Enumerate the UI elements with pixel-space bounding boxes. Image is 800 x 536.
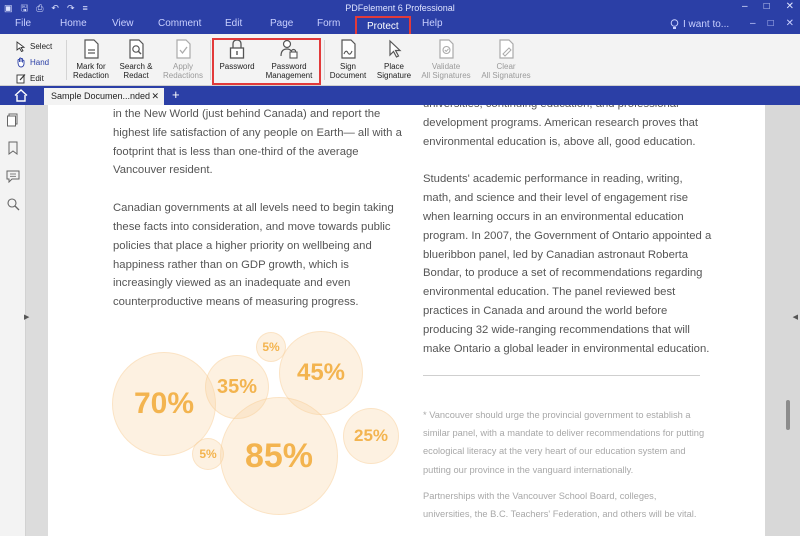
horizontal-rule (423, 375, 700, 376)
hand-icon (17, 57, 25, 67)
clear-signature-icon (499, 39, 514, 59)
ribbon-divider (66, 40, 67, 80)
close-tab-icon[interactable]: ✕ (151, 91, 159, 102)
expand-left-panel-icon[interactable]: ▶ (24, 313, 29, 321)
validate-all-signatures-button[interactable]: Validate All Signatures (420, 38, 472, 80)
password-tools-highlight (212, 38, 321, 85)
clear-all-signatures-button[interactable]: Clear All Signatures (478, 38, 534, 80)
minimize-ribbon-icon[interactable]: – (750, 18, 756, 29)
document-tab[interactable]: Sample Documen...nded ✕ (44, 88, 164, 105)
select-tool[interactable]: Select (16, 38, 52, 54)
note-paragraph: Partnerships with the Vancouver School B… (423, 491, 697, 520)
window-title: PDFelement 6 Professional (345, 3, 455, 13)
validate-signature-icon (439, 39, 454, 59)
ribbon-divider (210, 40, 211, 80)
tab-file[interactable]: File (15, 18, 31, 29)
bubble-85: 85% (220, 397, 338, 515)
search-icon[interactable] (6, 197, 20, 211)
right-column: universities, continuing education, and … (423, 105, 713, 377)
mark-for-redaction-button[interactable]: Mark for Redaction (70, 38, 112, 80)
new-tab-icon[interactable]: + (172, 87, 180, 102)
tab-edit[interactable]: Edit (225, 18, 242, 29)
close-icon[interactable]: ✕ (786, 1, 794, 12)
paragraph: in the New World (just behind Canada) an… (113, 108, 402, 177)
tab-home[interactable]: Home (60, 18, 87, 29)
title-bar: ▣ 🖫 ⎙ ↶ ↷ ≡ PDFelement 6 Professional – … (0, 0, 800, 16)
tab-page[interactable]: Page (270, 18, 293, 29)
sign-document-icon (341, 39, 356, 59)
pen-cursor-icon (389, 39, 402, 58)
note-paragraph: * Vancouver should urge the provincial g… (423, 410, 705, 475)
window-controls: – □ ✕ (742, 1, 794, 12)
tab-comment[interactable]: Comment (158, 18, 201, 29)
vertical-scrollbar-thumb[interactable] (786, 400, 790, 430)
place-signature-button[interactable]: Place Signature (372, 38, 416, 80)
tab-protect[interactable]: Protect (355, 16, 411, 34)
document-tab-strip: Sample Documen...nded ✕ + (0, 86, 800, 105)
bookmark-icon[interactable] (6, 141, 20, 155)
tab-help[interactable]: Help (422, 18, 443, 29)
left-side-panel (0, 105, 26, 536)
bubble-25: 25% (343, 408, 399, 464)
paragraph: universities, continuing education, and … (423, 105, 699, 148)
maximize-icon[interactable]: □ (764, 1, 770, 12)
ribbon-toolbar: Select Hand Edit Mark for Redaction Sear… (0, 34, 800, 86)
minimize-icon[interactable]: – (742, 1, 748, 12)
comment-icon[interactable] (6, 169, 20, 183)
edit-icon (16, 73, 26, 83)
hand-tool[interactable]: Hand (16, 54, 52, 70)
paragraph: Canadian governments at all levels need … (113, 202, 394, 309)
restore-icon[interactable]: □ (768, 18, 774, 29)
apply-redactions-button[interactable]: Apply Redactions (160, 38, 206, 80)
document-tab-label: Sample Documen...nded (51, 91, 151, 101)
pages-icon[interactable] (6, 113, 20, 127)
paragraph: Students' academic performance in readin… (423, 173, 712, 355)
lightbulb-icon (670, 19, 679, 29)
search-redact-button[interactable]: Search & Redact (116, 38, 156, 80)
tab-form[interactable]: Form (317, 18, 340, 29)
ribbon-controls: – □ ✕ (750, 18, 794, 29)
menu-bar: File Home View Comment Edit Page Form Pr… (0, 16, 800, 34)
select-cursor-icon (16, 40, 26, 52)
sign-document-button[interactable]: Sign Document (326, 38, 370, 80)
document-page: in the New World (just behind Canada) an… (48, 105, 765, 536)
search-redact-icon (129, 39, 144, 59)
search-placeholder: I want to... (683, 19, 730, 30)
tab-view[interactable]: View (112, 18, 134, 29)
mode-selector: Select Hand Edit (16, 38, 52, 86)
edit-tool[interactable]: Edit (16, 70, 52, 86)
mark-redaction-icon (84, 39, 99, 59)
left-column: in the New World (just behind Canada) an… (113, 105, 403, 331)
ribbon-divider (324, 40, 325, 80)
expand-right-panel-icon[interactable]: ◀ (793, 313, 798, 321)
bubble-5-bottom: 5% (192, 438, 224, 470)
home-icon (14, 89, 28, 102)
search-box[interactable]: I want to... (670, 19, 729, 30)
home-tab[interactable] (6, 88, 36, 103)
close-app-icon[interactable]: ✕ (786, 18, 794, 29)
apply-redactions-icon (176, 39, 191, 59)
